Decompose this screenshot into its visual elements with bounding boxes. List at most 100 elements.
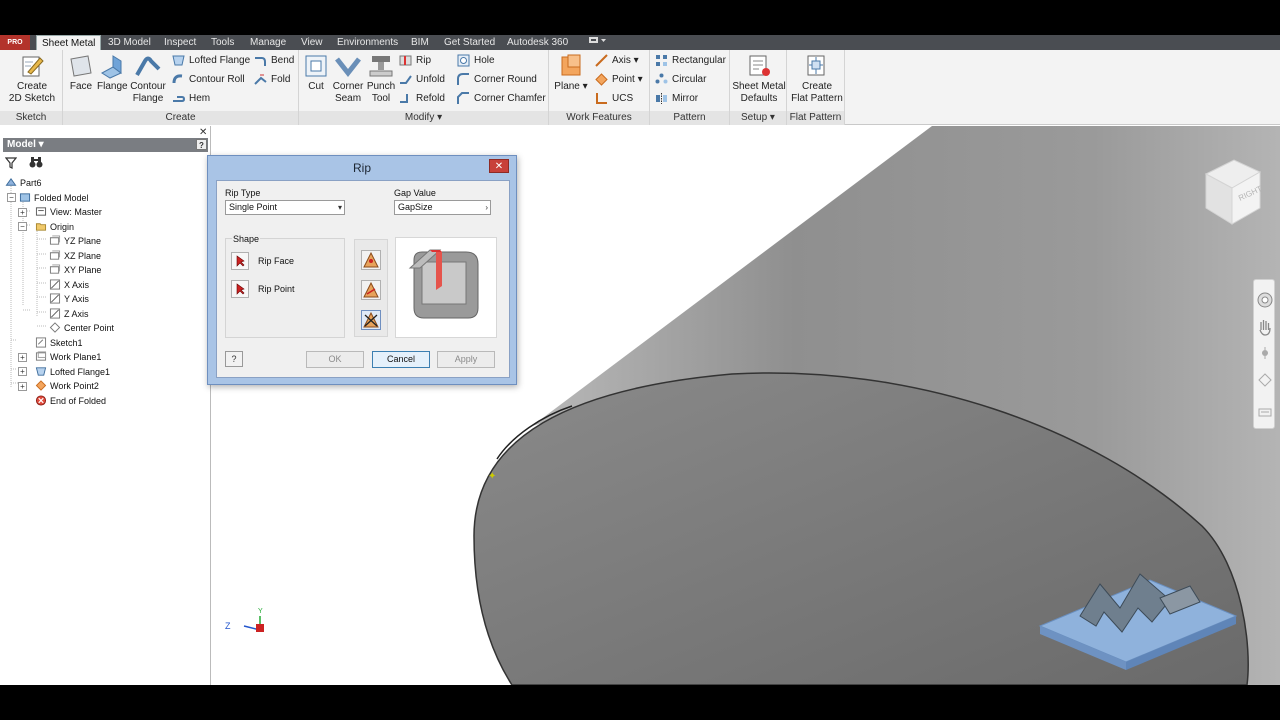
browser-header[interactable]: Model ▾ ?: [3, 138, 208, 152]
tree-node-part6[interactable]: Part6: [5, 176, 42, 190]
tree-node-label: Center Point: [64, 323, 115, 333]
tab-sheet-metal[interactable]: Sheet Metal: [36, 35, 102, 50]
hole-button[interactable]: Hole: [457, 52, 495, 69]
lofted-flange-label: Lofted Flange: [189, 55, 251, 66]
browser-close-icon[interactable]: ✕: [199, 127, 207, 138]
rip-face-select-button[interactable]: [231, 252, 249, 270]
circular-pattern-button[interactable]: Circular: [655, 71, 706, 88]
tree-node-xz-plane[interactable]: XZ Plane: [49, 249, 101, 263]
refold-button[interactable]: Refold: [399, 90, 445, 107]
panel-label-setup[interactable]: Setup ▾: [730, 111, 786, 125]
tree-node-work-plane1[interactable]: Work Plane1: [35, 350, 101, 364]
tab-bim[interactable]: BIM: [409, 35, 431, 50]
zoom-icon[interactable]: [1262, 347, 1268, 359]
axis-button[interactable]: Axis ▾: [595, 52, 639, 69]
contour-flange-button[interactable]: Contour Flange: [129, 53, 167, 105]
corner-seam-button[interactable]: Corner Seam: [332, 53, 364, 105]
tab-3d-model[interactable]: 3D Model: [106, 35, 153, 50]
browser-help-icon[interactable]: ?: [196, 139, 207, 150]
ucs-button[interactable]: UCS: [595, 90, 633, 107]
rip-point-select-button[interactable]: [231, 280, 249, 298]
tree-node-yz-plane[interactable]: YZ Plane: [49, 234, 101, 248]
rectangular-pattern-button[interactable]: Rectangular: [655, 52, 726, 69]
tree-expander[interactable]: +: [18, 207, 27, 217]
face-button[interactable]: Face: [67, 53, 95, 93]
corner-chamfer-button[interactable]: Corner Chamfer: [457, 90, 546, 107]
tab-view[interactable]: View: [299, 35, 325, 50]
pan-hand-icon[interactable]: [1259, 320, 1271, 336]
tree-expander[interactable]: +: [18, 352, 27, 362]
ribbon-display-toggle[interactable]: [588, 35, 608, 50]
sheet-metal-defaults-button[interactable]: Sheet Metal Defaults: [732, 53, 786, 105]
bend-button[interactable]: Bend: [254, 52, 294, 69]
tree-node-sketch1[interactable]: Sketch1: [35, 336, 83, 350]
look-at-icon[interactable]: [1258, 408, 1272, 417]
point-button[interactable]: Point ▾: [595, 71, 643, 88]
application-menu-button[interactable]: PRO: [0, 35, 30, 50]
apply-button[interactable]: Apply: [437, 351, 495, 368]
orbit-icon[interactable]: [1258, 373, 1272, 387]
panel-setup: Sheet Metal Defaults Setup ▾: [730, 50, 787, 125]
tree-node-z-axis[interactable]: Z Axis: [49, 307, 89, 321]
gap-value-input[interactable]: GapSize ›: [394, 200, 491, 215]
lofted-flange-button[interactable]: Lofted Flange: [172, 52, 250, 69]
flange-button[interactable]: Flange: [97, 53, 128, 93]
hem-button[interactable]: Hem: [172, 90, 210, 107]
point-to-point-toggle[interactable]: [361, 280, 381, 300]
tree-node-view-master[interactable]: View: Master: [35, 205, 102, 219]
dialog-title[interactable]: Rip: [208, 156, 516, 180]
unfold-button[interactable]: Unfold: [399, 71, 445, 88]
tree-node-folded-model[interactable]: Folded Model: [19, 191, 89, 205]
find-binoculars-icon[interactable]: [29, 156, 43, 169]
tree-node-origin[interactable]: Origin: [35, 220, 74, 234]
panel-label-modify[interactable]: Modify ▾: [299, 111, 548, 125]
steering-wheel-icon[interactable]: [1257, 292, 1273, 308]
contour-roll-button[interactable]: Contour Roll: [172, 71, 245, 88]
tab-tools[interactable]: Tools: [209, 35, 236, 50]
ok-button[interactable]: OK: [306, 351, 364, 368]
rip-button[interactable]: Rip: [399, 52, 431, 69]
dialog-close-button[interactable]: ✕: [489, 159, 509, 173]
face-extents-toggle[interactable]: [361, 310, 381, 330]
filter-icon[interactable]: [5, 157, 17, 169]
face-label: Face: [69, 81, 93, 92]
tree-node-x-axis[interactable]: X Axis: [49, 278, 89, 292]
cancel-button[interactable]: Cancel: [372, 351, 430, 368]
tab-autodesk-360[interactable]: Autodesk 360: [505, 35, 570, 50]
rip-type-dropdown[interactable]: Single Point ▾: [225, 200, 345, 215]
mirror-button[interactable]: Mirror: [655, 90, 698, 107]
panel-work-features: Plane ▾ Axis ▾ Point ▾ UCS Work Features: [549, 50, 650, 125]
tree-node-center-point[interactable]: Center Point: [49, 321, 114, 335]
create-2d-sketch-button[interactable]: Create 2D Sketch: [8, 53, 56, 105]
tab-environments[interactable]: Environments: [335, 35, 400, 50]
single-point-toggle[interactable]: [361, 250, 381, 270]
rip-point-marker[interactable]: ✦: [488, 471, 496, 482]
tab-get-started[interactable]: Get Started: [442, 35, 497, 50]
dialog-help-button[interactable]: ?: [225, 351, 243, 367]
tree-expander[interactable]: +: [18, 381, 27, 391]
tree-expander[interactable]: −: [18, 222, 27, 231]
corner-round-button[interactable]: Corner Round: [457, 71, 537, 88]
axis-label: Axis: [612, 55, 631, 66]
tree-node-label: X Axis: [64, 279, 90, 290]
chevron-right-icon[interactable]: ›: [485, 201, 488, 214]
create-flat-pattern-button[interactable]: Create Flat Pattern: [789, 53, 845, 105]
fold-button[interactable]: Fold: [254, 71, 290, 88]
tree-node-xy-plane[interactable]: XY Plane: [49, 263, 101, 277]
flange-label: Flange: [97, 81, 128, 92]
contour-flange-label-2: Flange: [132, 93, 164, 104]
plane-button[interactable]: Plane ▾: [553, 53, 589, 93]
folded-model-icon: [19, 192, 31, 202]
lofted-flange-icon: [35, 366, 47, 376]
tab-inspect[interactable]: Inspect: [162, 35, 198, 50]
punch-tool-button[interactable]: Punch Tool: [365, 53, 397, 105]
cut-button[interactable]: Cut: [303, 53, 329, 93]
tree-node-y-axis[interactable]: Y Axis: [49, 292, 89, 306]
tree-node-work-point2[interactable]: Work Point2: [35, 379, 99, 393]
tab-manage[interactable]: Manage: [248, 35, 288, 50]
tree-expander[interactable]: +: [18, 367, 27, 376]
tree-node-end-of-folded[interactable]: End of Folded: [35, 394, 106, 408]
tree-expander[interactable]: −: [7, 193, 16, 202]
bend-icon: [255, 57, 266, 66]
tree-node-lofted-flange1[interactable]: Lofted Flange1: [35, 365, 110, 379]
